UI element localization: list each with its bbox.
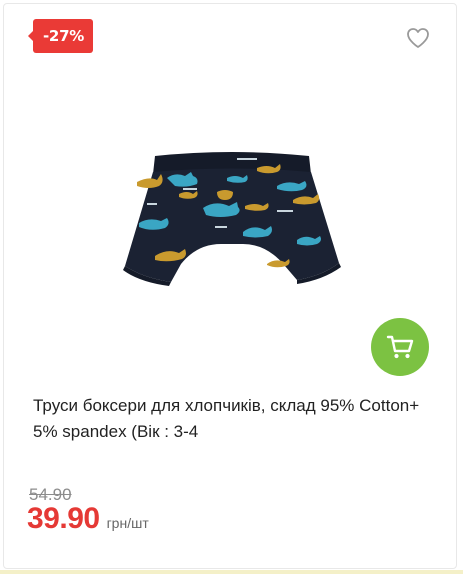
product-title[interactable]: Труси боксери для хлопчиків, склад 95% C… xyxy=(33,393,433,445)
shopping-cart-icon xyxy=(386,335,414,359)
add-to-cart-button[interactable] xyxy=(371,318,429,376)
product-image[interactable] xyxy=(117,148,347,286)
boxer-briefs-image xyxy=(123,152,341,286)
price-unit: грн/шт xyxy=(106,515,149,531)
price-row: 39.90 грн/шт xyxy=(27,502,149,536)
current-price: 39.90 xyxy=(27,502,100,535)
heart-outline-icon xyxy=(407,28,429,48)
bottom-divider xyxy=(0,570,463,574)
wishlist-button[interactable] xyxy=(405,26,431,50)
discount-badge: -27% xyxy=(28,19,93,53)
